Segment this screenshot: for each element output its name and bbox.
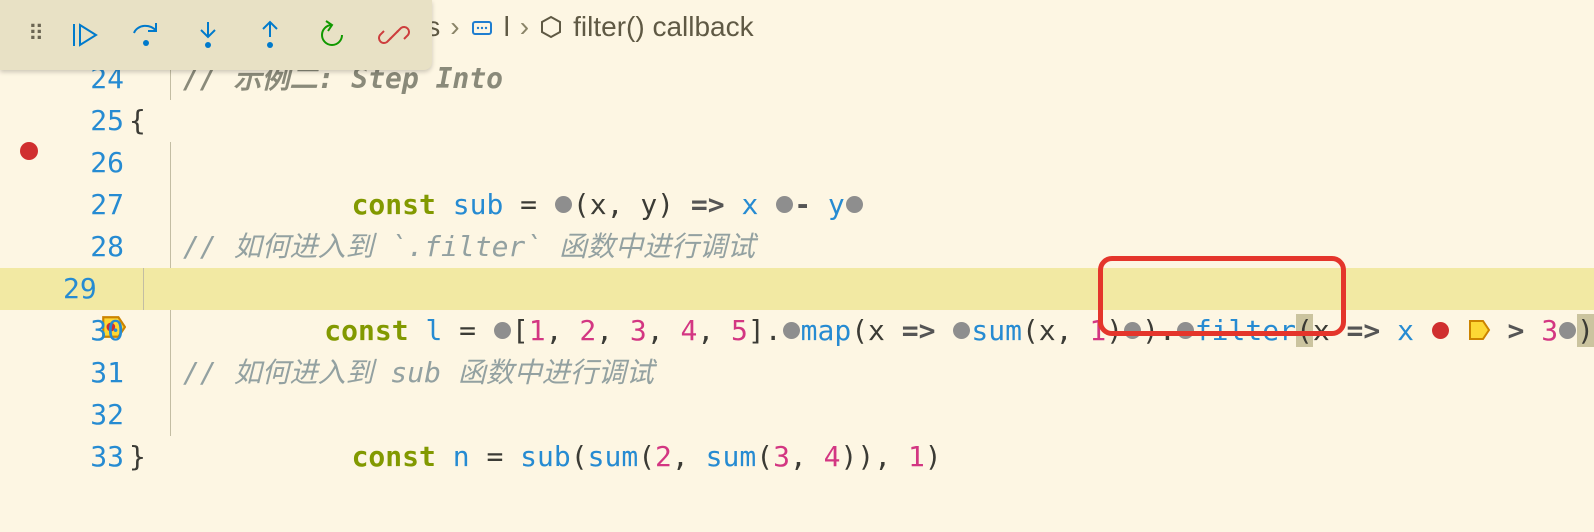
code-line[interactable]: 30 — [0, 310, 1594, 352]
continue-button[interactable] — [64, 15, 104, 55]
step-over-icon — [130, 19, 162, 51]
disconnect-button[interactable] — [374, 15, 414, 55]
breakpoint-gutter[interactable] — [0, 142, 58, 160]
toolbar-drag-grip[interactable]: ⠿ — [28, 30, 42, 40]
brace: { — [129, 100, 146, 142]
line-number: 28 — [58, 226, 130, 268]
breadcrumb-callback[interactable]: filter() callback — [573, 11, 753, 43]
step-over-button[interactable] — [126, 15, 166, 55]
line-number: 30 — [58, 310, 130, 352]
code-line[interactable]: 27 — [0, 184, 1594, 226]
code-line-current[interactable]: 29 const l = [1, 2, 3, 4, 5].map(x => su… — [0, 268, 1594, 310]
editor-frame: ⠿ — [0, 0, 1594, 532]
code-line[interactable]: 32 const n = sub(sum(2, sum(3, 4)), 1) — [0, 394, 1594, 436]
comment-text: // 如何进入到 `.filter` 函数中进行调试 — [183, 226, 755, 268]
step-into-button[interactable] — [188, 15, 228, 55]
step-into-icon — [192, 19, 224, 51]
line-number: 29 — [58, 268, 103, 310]
code-editor[interactable]: 24 // 示例二: Step Into 25 { 26 const sub =… — [0, 58, 1594, 532]
breadcrumb-sep-icon: › — [520, 11, 529, 43]
step-out-icon — [254, 19, 286, 51]
continue-icon — [68, 19, 100, 51]
line-number: 33 — [58, 436, 130, 478]
code-line[interactable]: 33 } — [0, 436, 1594, 478]
line-number: 32 — [58, 394, 130, 436]
debug-toolbar: ⠿ — [0, 0, 432, 70]
restart-button[interactable] — [312, 15, 352, 55]
breadcrumb[interactable]: js › l › filter() callback — [420, 0, 754, 54]
line-number: 25 — [58, 100, 130, 142]
breadcrumb-sep-icon: › — [450, 11, 459, 43]
breakpoint-icon[interactable] — [20, 142, 38, 160]
code-line[interactable]: 26 const sub = (x, y) => x - y — [0, 142, 1594, 184]
code-line[interactable]: 28 // 如何进入到 `.filter` 函数中进行调试 — [0, 226, 1594, 268]
line-number: 26 — [58, 142, 130, 184]
comment-text: // 如何进入到 sub 函数中进行调试 — [183, 352, 654, 394]
restart-icon — [316, 19, 348, 51]
line-number: 27 — [58, 184, 130, 226]
brace: } — [129, 436, 146, 478]
line-number: 31 — [58, 352, 130, 394]
code-line[interactable]: 31 // 如何进入到 sub 函数中进行调试 — [0, 352, 1594, 394]
method-icon — [539, 15, 563, 39]
variable-icon — [470, 15, 494, 39]
breadcrumb-scope[interactable]: l — [504, 11, 510, 43]
step-out-button[interactable] — [250, 15, 290, 55]
code-line[interactable]: 25 { — [0, 100, 1594, 142]
disconnect-icon — [378, 19, 410, 51]
